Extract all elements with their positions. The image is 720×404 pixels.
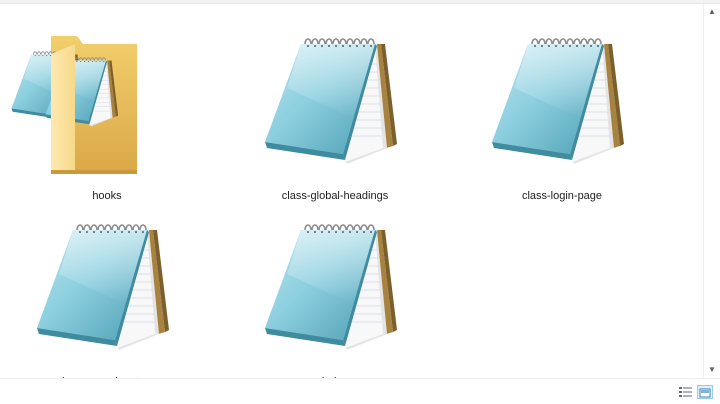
- notepad-file-icon: [491, 38, 625, 165]
- file-name-label: class-login-page: [521, 190, 603, 202]
- notepad-file-icon: [264, 224, 398, 351]
- scroll-up-arrow-icon[interactable]: ▲: [704, 4, 720, 20]
- status-bar: [0, 378, 720, 404]
- file-item-class-global-headings[interactable]: class-global-headings: [235, 14, 435, 202]
- file-item-index[interactable]: index: [235, 200, 435, 388]
- notepad-file-icon: [264, 38, 398, 165]
- file-item-class-svg-mime-type[interactable]: class-svg-mime-type: [7, 200, 207, 388]
- large-icons-view-button[interactable]: [697, 385, 713, 399]
- file-list-pane[interactable]: hooks class-global-headings class-login-…: [0, 4, 703, 388]
- folder-item-hooks[interactable]: hooks: [7, 14, 207, 202]
- folder-icon: [11, 36, 137, 174]
- details-view-button[interactable]: [678, 385, 694, 399]
- scroll-down-arrow-icon[interactable]: ▼: [704, 362, 720, 378]
- details-view-icon: [679, 387, 692, 397]
- vertical-scrollbar[interactable]: ▲ ▼: [703, 4, 720, 378]
- file-item-class-login-page[interactable]: class-login-page: [462, 14, 662, 202]
- large-icons-view-icon: [699, 388, 711, 398]
- notepad-file-icon: [36, 224, 170, 351]
